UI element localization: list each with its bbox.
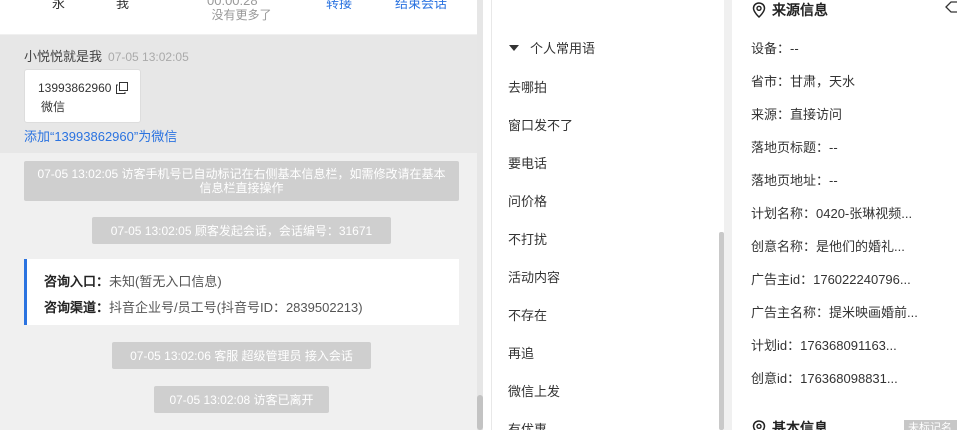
message-sender: 小悦悦就是我 07-05 13:02:05 [24,46,189,65]
source-info-title: 来源信息 [772,2,828,18]
phrase-item[interactable]: 微信上发 [508,381,560,400]
info-row-creative-id: 创意id：176368098831... [751,371,898,386]
consult-channel-row: 咨询渠道：抖音企业号/员工号(抖音号ID：2839502213) [44,297,363,316]
phrase-item[interactable]: 有优惠 [508,419,547,430]
source-info-header: 来源信息 [752,0,828,20]
info-row-source: 来源：直接访问 [751,107,843,122]
system-notice-auto-tag: 07-05 13:02:05 访客手机号已自动标记在右侧基本信息栏，如需修改请在… [24,161,459,201]
contact-type-label: 微信 [41,100,66,114]
info-panel: 来源信息 设备：-- 省市：甘肃，天水 来源：直接访问 落地页标题：-- 落地页… [732,0,957,430]
visitor-message: 小悦悦就是我 07-05 13:02:05 13993862960 微信 添加“1… [0,35,477,153]
location-pin-icon [752,420,766,430]
info-row-creative-name: 创意名称：是他们的婚礼... [751,239,905,254]
system-notice-visitor-left: 07-05 13:02:08 访客已离开 [154,386,329,413]
phrase-item[interactable]: 不打扰 [508,229,547,248]
consult-entry-label: 咨询入口： [44,274,110,289]
chat-header: 永 我 00:00:28 转接 结束会话 没有更多了 [0,0,483,34]
phrase-item[interactable]: 活动内容 [508,267,560,286]
info-row-plan-name: 计划名称：0420-张琳视频... [751,206,913,221]
info-row-landing-url: 落地页地址：-- [751,173,838,188]
phrase-item[interactable]: 窗口发不了 [508,115,573,134]
contact-number: 13993862960 [38,81,112,95]
consult-entry-row: 咨询入口：未知(暂无入口信息) [44,271,222,290]
chat-scrollbar-thumb[interactable] [477,395,483,430]
info-row-advertiser-id: 广告主id：176022240796... [751,272,911,287]
panel-divider [724,0,732,430]
add-wechat-link[interactable]: 添加“13993862960”为微信 [24,126,177,145]
consult-entry-value: 未知(暂无入口信息) [109,274,222,289]
consult-info-card: 咨询入口：未知(暂无入口信息) 咨询渠道：抖音企业号/员工号(抖音号ID：283… [24,259,459,325]
chat-scrollbar[interactable] [477,0,483,430]
untagged-badge: 未标记名 [904,420,957,430]
system-notice-session-start: 07-05 13:02:05 顾客发起会话，会话编号：31671 [92,217,391,244]
location-pin-icon [752,2,766,18]
phrases-group-title: 个人常用语 [530,41,596,56]
contact-card[interactable]: 13993862960 微信 [24,69,141,123]
sender-name: 小悦悦就是我 [24,49,103,64]
phrase-item[interactable]: 再追 [508,343,534,362]
no-more-history: 没有更多了 [211,8,272,22]
basic-info-title: 基本信息 [772,420,828,430]
phrase-item[interactable]: 问价格 [508,191,547,210]
info-row-device: 设备：-- [751,41,799,56]
phrase-item[interactable]: 不存在 [508,305,547,324]
info-row-plan-id: 计划id：176368091163... [751,338,897,353]
caret-down-icon [509,45,519,51]
phrases-group-header[interactable]: 个人常用语 [509,38,595,57]
info-row-advertiser-name: 广告主名称：提米映画婚前... [751,305,918,320]
info-row-landing-title: 落地页标题：-- [751,140,838,155]
phrases-panel: 个人常用语 去哪拍 窗口发不了 要电话 问价格 不打扰 活动内容 不存在 再追 … [491,0,724,430]
info-row-province: 省市：甘肃，天水 [751,74,856,89]
message-time: 07-05 13:02:05 [108,50,189,64]
phrase-item[interactable]: 去哪拍 [508,77,547,96]
tag-icon[interactable] [945,0,957,14]
copy-icon[interactable] [116,82,128,94]
consult-channel-label: 咨询渠道： [44,300,110,315]
phrase-item[interactable]: 要电话 [508,153,547,172]
chat-panel: 永 我 00:00:28 转接 结束会话 没有更多了 小悦悦就是我 07-05 1… [0,0,483,430]
consult-channel-value: 抖音企业号/员工号(抖音号ID：2839502213) [109,300,363,315]
system-notice-agent-join: 07-05 13:02:06 客服 超级管理员 接入会话 [112,342,371,369]
basic-info-header: 基本信息 [752,418,828,430]
